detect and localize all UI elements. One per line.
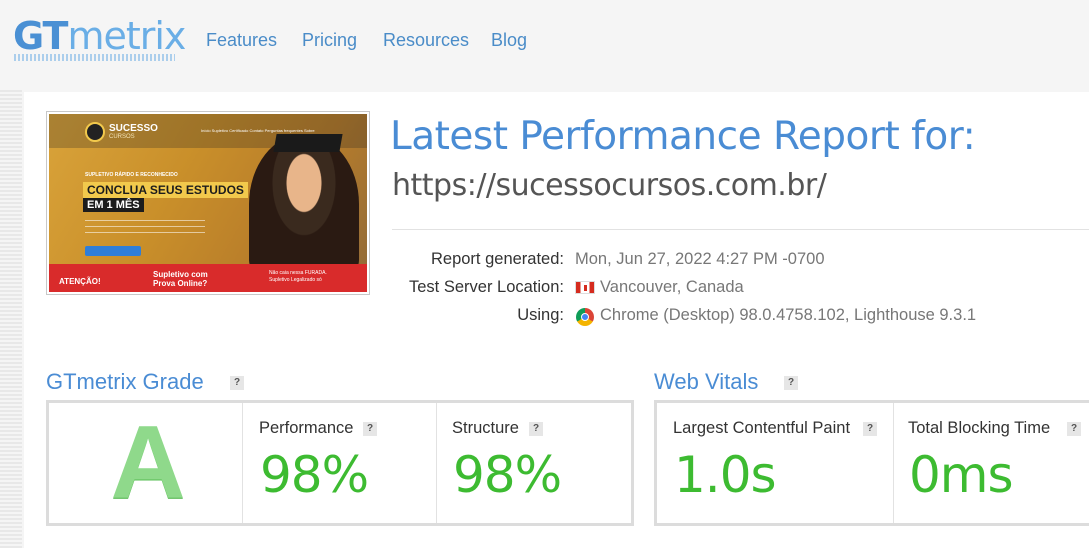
structure-label: Structure xyxy=(452,419,519,437)
gtmetrix-grade-heading: GTmetrix Grade xyxy=(46,369,204,394)
report-generated-value: Mon, Jun 27, 2022 4:27 PM -0700 xyxy=(575,250,825,268)
logo-metrix-text: metrix xyxy=(67,14,186,58)
tbt-value: 0ms xyxy=(909,446,1014,504)
canada-flag-icon xyxy=(575,281,595,294)
nav-pricing-link[interactable]: Pricing xyxy=(302,30,357,51)
grade-letter: A xyxy=(103,412,193,516)
chrome-icon xyxy=(576,308,594,326)
thumb-headline-1: CONCLUA SEUS ESTUDOS xyxy=(83,182,248,198)
heading-divider xyxy=(392,229,1089,230)
web-vitals-box: Largest Contentful Paint ? 1.0s Total Bl… xyxy=(654,400,1089,526)
top-navigation-bar: GTmetrix Features Pricing Resources Blog xyxy=(0,0,1089,84)
performance-label: Performance xyxy=(259,419,354,437)
tbt-label: Total Blocking Time xyxy=(908,419,1051,437)
grade-cell-divider xyxy=(436,403,437,523)
web-vitals-heading: Web Vitals xyxy=(654,369,759,394)
lcp-value: 1.0s xyxy=(674,446,777,504)
using-value: Chrome (Desktop) 98.0.4758.102, Lighthou… xyxy=(600,306,977,324)
nav-features-link[interactable]: Features xyxy=(206,30,277,51)
nav-blog-link[interactable]: Blog xyxy=(491,30,527,51)
question-mark-icon[interactable]: ? xyxy=(863,422,877,436)
lcp-label: Largest Contentful Paint xyxy=(673,419,851,437)
question-mark-icon[interactable]: ? xyxy=(784,376,798,390)
gtmetrix-logo[interactable]: GTmetrix xyxy=(13,12,186,60)
grade-box: A Performance ? 98% Structure ? 98% xyxy=(46,400,634,526)
logo-gt-text: GT xyxy=(13,14,68,58)
thumb-graduation-cap xyxy=(273,134,343,152)
server-location-value: Vancouver, Canada xyxy=(600,278,744,296)
thumb-brand-sub: CURSOS xyxy=(109,134,135,140)
question-mark-icon[interactable]: ? xyxy=(1067,422,1081,436)
report-url[interactable]: https://sucessocursos.com.br/ xyxy=(392,168,827,203)
grade-cell-divider xyxy=(242,403,243,523)
question-mark-icon[interactable]: ? xyxy=(363,422,377,436)
logo-underline-decoration xyxy=(14,54,175,61)
question-mark-icon[interactable]: ? xyxy=(230,376,244,390)
report-generated-label: Report generated: xyxy=(430,250,564,268)
thumb-body-text-lines xyxy=(85,216,205,238)
thumb-headline-2: EM 1 MÊS xyxy=(83,198,144,212)
report-title: Latest Performance Report for: xyxy=(390,114,976,159)
question-mark-icon[interactable]: ? xyxy=(529,422,543,436)
vitals-cell-divider xyxy=(893,403,894,523)
meta-row-location: Test Server Location: Vancouver, Canada xyxy=(0,278,1089,300)
performance-value: 98% xyxy=(260,446,369,504)
server-location-label: Test Server Location: xyxy=(409,278,564,296)
using-label: Using: xyxy=(517,306,564,324)
meta-row-using: Using: Chrome (Desktop) 98.0.4758.102, L… xyxy=(0,306,1089,328)
thumb-tagline: SUPLETIVO RÁPIDO E RECONHECIDO xyxy=(85,172,178,178)
meta-row-generated: Report generated: Mon, Jun 27, 2022 4:27… xyxy=(0,250,1089,272)
thumb-brand-text: SUCESSO xyxy=(109,123,158,134)
nav-resources-link[interactable]: Resources xyxy=(383,30,469,51)
structure-value: 98% xyxy=(453,446,562,504)
thumb-graduation-logo-icon xyxy=(85,122,105,142)
thumb-nav-links: Início Supletivo Certificado Contato Per… xyxy=(201,128,315,133)
